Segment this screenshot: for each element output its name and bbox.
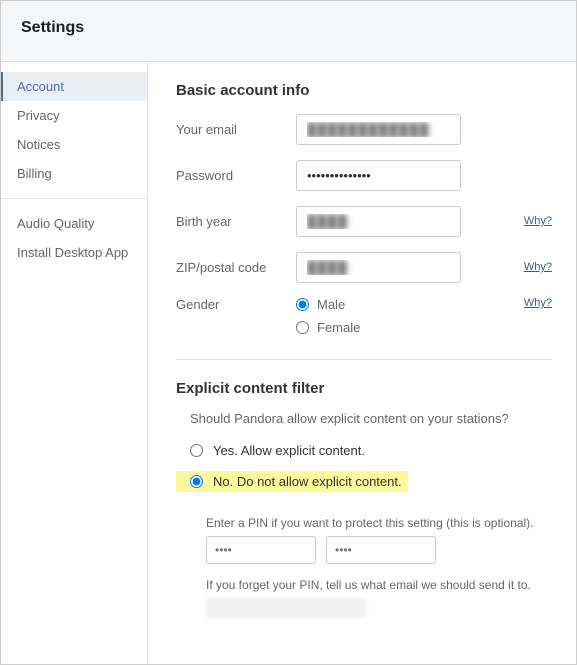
zip-field[interactable] [296,252,461,283]
gender-why-link[interactable]: Why? [524,297,552,309]
pin-section: Enter a PIN if you want to protect this … [176,516,552,618]
email-row: Your email [176,113,552,145]
pin-inputs [206,536,552,564]
pin-prompt: Enter a PIN if you want to protect this … [206,516,552,530]
gender-male-radio[interactable] [296,298,309,311]
explicit-yes-radio[interactable] [190,444,203,457]
basic-info-title: Basic account info [176,82,552,99]
content: Basic account info Your email Password B… [148,62,576,664]
birth-label: Birth year [176,214,296,229]
gender-female-option[interactable]: Female [296,320,360,335]
sidebar-item-audio-quality[interactable]: Audio Quality [1,209,147,238]
pin-field-2[interactable] [326,536,436,564]
password-row: Password [176,159,552,191]
birth-why-link[interactable]: Why? [524,215,552,227]
zip-why-link[interactable]: Why? [524,261,552,273]
page-title: Settings [21,19,556,37]
password-label: Password [176,168,296,183]
pin-recovery-email[interactable] [206,598,366,618]
explicit-yes-option[interactable]: Yes. Allow explicit content. [176,440,552,461]
pin-forgot-prompt: If you forget your PIN, tell us what ema… [206,578,552,592]
sidebar-item-notices[interactable]: Notices [1,130,147,159]
sidebar-item-install-desktop[interactable]: Install Desktop App [1,238,147,267]
explicit-filter-title: Explicit content filter [176,380,552,397]
birth-year-field[interactable] [296,206,461,237]
layout: Account Privacy Notices Billing Audio Qu… [1,62,576,664]
settings-header: Settings [1,1,576,62]
explicit-no-option[interactable]: No. Do not allow explicit content. [176,471,408,492]
gender-female-radio[interactable] [296,321,309,334]
section-divider [176,359,552,360]
gender-female-label: Female [317,320,360,335]
pin-field-1[interactable] [206,536,316,564]
gender-row: Gender Male Female Why? [176,297,552,335]
gender-radio-group: Male Female [296,297,360,335]
zip-row: ZIP/postal code Why? [176,251,552,283]
gender-male-label: Male [317,297,345,312]
explicit-yes-label: Yes. Allow explicit content. [213,443,365,458]
nav-group-secondary: Audio Quality Install Desktop App [1,209,147,277]
birth-row: Birth year Why? [176,205,552,237]
explicit-no-label: No. Do not allow explicit content. [213,474,402,489]
gender-label: Gender [176,297,296,312]
sidebar: Account Privacy Notices Billing Audio Qu… [1,62,148,664]
explicit-no-radio[interactable] [190,475,203,488]
explicit-filter-question: Should Pandora allow explicit content on… [176,411,552,426]
gender-male-option[interactable]: Male [296,297,360,312]
sidebar-item-account[interactable]: Account [1,72,147,101]
email-field[interactable] [296,114,461,145]
sidebar-item-billing[interactable]: Billing [1,159,147,188]
sidebar-item-privacy[interactable]: Privacy [1,101,147,130]
nav-group-main: Account Privacy Notices Billing [1,72,147,199]
zip-label: ZIP/postal code [176,260,296,275]
password-field[interactable] [296,160,461,191]
email-label: Your email [176,122,296,137]
